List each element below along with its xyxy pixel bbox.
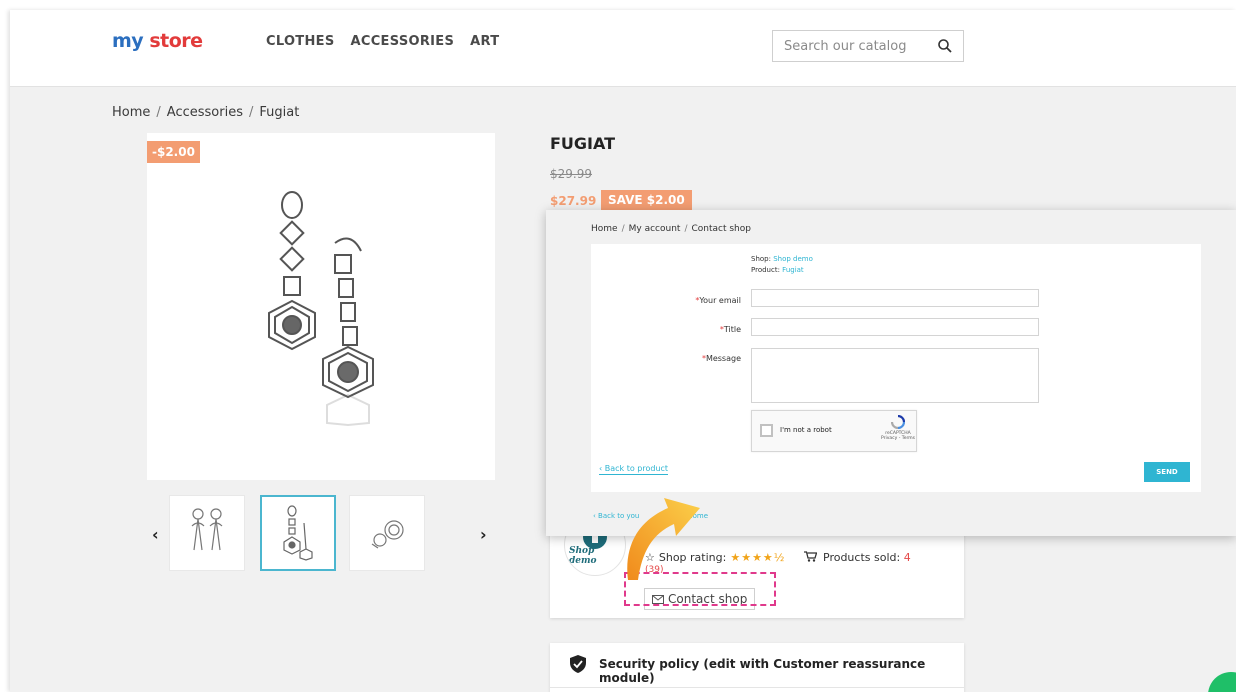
current-price: $27.99 — [550, 194, 597, 208]
logo-text-store: store — [149, 30, 203, 52]
thumbnail-image — [371, 520, 404, 549]
product-link[interactable]: Fugiat — [782, 266, 804, 274]
products-sold-value: 4 — [903, 551, 911, 564]
thumbnail-2-selected[interactable] — [260, 495, 336, 571]
contact-bc-current: Contact shop — [691, 224, 751, 234]
breadcrumb-current: Fugiat — [259, 105, 300, 120]
chat-bubble-icon[interactable] — [1208, 672, 1236, 692]
discount-flag: -$2.00 — [147, 141, 200, 163]
store-page: my store CLOTHES ACCESSORIES ART Search … — [10, 10, 1236, 692]
site-header: my store CLOTHES ACCESSORIES ART Search … — [10, 10, 1236, 87]
contact-bc-home[interactable]: Home — [591, 224, 618, 234]
thumb-prev-arrow[interactable]: ‹ — [152, 525, 159, 544]
recaptcha-widget: I'm not a robot reCAPTCHA Privacy - Term… — [751, 410, 917, 452]
thumb-next-arrow[interactable]: › — [480, 525, 487, 544]
main-nav: CLOTHES ACCESSORIES ART — [266, 34, 499, 49]
recaptcha-logo: reCAPTCHA Privacy - Terms — [878, 415, 918, 441]
breadcrumb: Home / Accessories / Fugiat — [112, 105, 300, 120]
products-sold: Products sold: 4 — [804, 551, 911, 564]
shop-link[interactable]: Shop demo — [773, 255, 813, 263]
shop-label: Shop: — [751, 255, 771, 263]
pointer-arrow-icon — [627, 498, 700, 580]
back-to-product-link[interactable]: ‹ Back to product — [599, 464, 669, 475]
product-label: Product: — [751, 266, 780, 274]
reassurance-title: Security policy (edit with Customer reas… — [599, 657, 926, 685]
message-label: *Message — [701, 354, 741, 363]
nav-item-clothes[interactable]: CLOTHES — [266, 34, 335, 49]
message-textarea[interactable] — [751, 348, 1039, 403]
contact-breadcrumb: Home / My account / Contact shop — [591, 224, 751, 234]
breadcrumb-home[interactable]: Home — [112, 105, 150, 120]
nav-item-art[interactable]: ART — [470, 34, 499, 49]
nav-item-accessories[interactable]: ACCESSORIES — [351, 34, 455, 49]
title-label: *Title — [719, 325, 741, 334]
cart-icon — [804, 551, 818, 562]
recaptcha-icon — [891, 415, 905, 429]
earrings-image — [268, 191, 374, 427]
search-input[interactable]: Search our catalog — [772, 30, 964, 62]
logo-text-my: my — [112, 30, 150, 52]
product-cover-image[interactable]: -$2.00 — [147, 133, 495, 480]
recaptcha-links[interactable]: Privacy - Terms — [878, 436, 918, 441]
email-label: *Your email — [695, 296, 741, 305]
search-icon[interactable] — [937, 38, 953, 54]
thumbnail-image — [283, 505, 313, 561]
rating-stars: ★★★★½ — [730, 551, 786, 564]
regular-price: $29.99 — [550, 167, 592, 181]
contact-shop-info: Shop: Shop demo Product: Fugiat — [751, 254, 813, 276]
search-placeholder: Search our catalog — [784, 39, 907, 54]
recaptcha-checkbox[interactable] — [760, 424, 773, 437]
email-field[interactable] — [751, 289, 1039, 307]
product-title: FUGIAT — [550, 134, 616, 153]
save-badge: SAVE $2.00 — [601, 190, 692, 210]
shield-check-icon — [570, 655, 586, 673]
contact-form-panel: Shop: Shop demo Product: Fugiat *Your em… — [591, 244, 1201, 492]
divider — [550, 687, 964, 688]
products-sold-label: Products sold: — [823, 551, 901, 564]
recaptcha-label: I'm not a robot — [780, 426, 832, 434]
thumbnail-image — [191, 508, 223, 551]
store-logo[interactable]: my store — [112, 30, 203, 52]
product-thumbnails: ‹ › — [147, 495, 495, 575]
contact-bc-account[interactable]: My account — [629, 224, 681, 234]
thumbnail-1[interactable] — [169, 495, 245, 571]
breadcrumb-accessories[interactable]: Accessories — [167, 105, 243, 120]
reassurance-block: Security policy (edit with Customer reas… — [550, 643, 964, 692]
thumbnail-3[interactable] — [349, 495, 425, 571]
send-button[interactable]: SEND — [1144, 462, 1190, 482]
title-field[interactable] — [751, 318, 1039, 336]
